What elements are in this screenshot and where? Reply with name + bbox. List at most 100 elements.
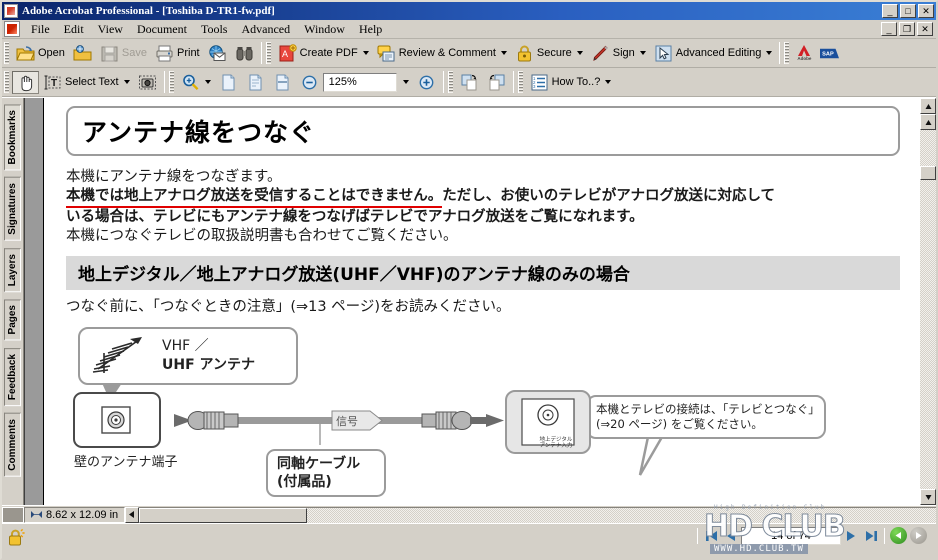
sap-logo-button[interactable]: SAP <box>816 42 843 65</box>
mdi-window-controls: _ ❐ ✕ <box>881 22 933 36</box>
document-view[interactable]: アンテナ線をつなぐ 本機にアンテナ線をつなぎます。 本機では地上アナログ放送を受… <box>24 98 936 505</box>
nav-pane-toggle[interactable] <box>2 506 24 523</box>
review-comment-button[interactable]: Review & Comment <box>373 42 511 65</box>
how-to-button[interactable]: 123 How To..? <box>526 71 616 94</box>
document-security-lock-icon[interactable] <box>7 527 25 545</box>
zoom-in-button[interactable] <box>413 71 440 94</box>
menu-bar: File Edit View Document Tools Advanced W… <box>2 20 936 39</box>
rotate-counterclockwise-button[interactable] <box>483 71 510 94</box>
pdf-body-line-1: 本機にアンテナ線をつなぎます。 <box>66 169 282 185</box>
adobe-logo-button[interactable]: Adobe <box>792 42 816 65</box>
toolbar-grip[interactable] <box>168 71 174 93</box>
sidebar-tab-comments[interactable]: Comments <box>4 413 21 477</box>
search-button[interactable] <box>231 42 258 65</box>
first-page-icon <box>705 530 717 541</box>
actual-size-button[interactable] <box>215 71 242 94</box>
rotate-clockwise-button[interactable] <box>456 71 483 94</box>
page-size-value: 8.62 x 12.09 in <box>46 508 119 521</box>
chevron-down-icon[interactable] <box>123 80 130 84</box>
zoom-out-button[interactable] <box>296 71 323 94</box>
sidebar-tab-layers[interactable]: Layers <box>4 248 21 293</box>
zoom-tool-button[interactable] <box>177 71 215 94</box>
go-forward-button[interactable] <box>908 526 928 546</box>
menu-edit[interactable]: Edit <box>57 20 91 39</box>
pdf-body-line-2-rest: ただし、お使いのテレビがアナログ放送に対応して <box>442 188 776 204</box>
menu-tools[interactable]: Tools <box>194 20 235 39</box>
connection-diagram: VHF ／ UHF アンテナ 本機とテレビの接続は、「テレビとつなぐ」 (⇒20… <box>66 323 900 503</box>
mdi-restore-button[interactable]: ❐ <box>899 22 915 36</box>
sidebar-tab-feedback[interactable]: Feedback <box>4 347 21 407</box>
toolbar-separator <box>163 71 165 93</box>
menu-document[interactable]: Document <box>130 20 194 39</box>
pdf-body-line-3: いる場合は、テレビにもアンテナ線をつなげばテレビでアナログ放送をご覧になれます。 <box>66 209 644 225</box>
fit-width-button[interactable] <box>269 71 296 94</box>
menu-advanced[interactable]: Advanced <box>234 20 297 39</box>
file-toolbar: Open Save Print A Create PDF Review & Co… <box>2 39 936 68</box>
chevron-down-icon[interactable] <box>204 80 211 84</box>
mdi-close-button[interactable]: ✕ <box>917 22 933 36</box>
open-button[interactable]: Open <box>12 42 69 65</box>
scroll-up-button-a[interactable] <box>920 98 936 114</box>
scrollbar-track[interactable] <box>920 130 936 489</box>
how-to-list-icon: 123 <box>530 73 549 92</box>
chevron-down-icon[interactable] <box>500 51 507 55</box>
save-button[interactable]: Save <box>96 42 151 65</box>
next-page-button[interactable] <box>841 526 861 546</box>
toolbar-grip[interactable] <box>4 71 9 93</box>
page-number-field[interactable]: 14 of 74 <box>741 526 841 545</box>
organizer-button[interactable] <box>69 42 96 65</box>
chevron-down-icon[interactable] <box>576 51 583 55</box>
menu-help[interactable]: Help <box>352 20 389 39</box>
print-button[interactable]: Print <box>151 42 204 65</box>
maximize-button[interactable]: □ <box>900 4 916 18</box>
toolbar-grip[interactable] <box>784 42 790 64</box>
sidebar-tab-signatures[interactable]: Signatures <box>4 177 21 242</box>
first-page-button[interactable] <box>701 526 721 546</box>
mdi-minimize-button[interactable]: _ <box>881 22 897 36</box>
menu-window[interactable]: Window <box>297 20 352 39</box>
sidebar-tab-pages[interactable]: Pages <box>4 299 21 341</box>
secure-button[interactable]: Secure <box>511 42 587 65</box>
scroll-down-button[interactable] <box>920 489 936 505</box>
menu-file[interactable]: File <box>24 20 57 39</box>
select-text-button[interactable]: T Select Text <box>39 71 134 94</box>
toolbar-grip[interactable] <box>265 42 271 64</box>
toolbar-grip[interactable] <box>447 71 453 93</box>
snapshot-button[interactable] <box>134 71 161 94</box>
mdi-minimize-icon: _ <box>886 24 892 34</box>
go-back-button[interactable] <box>888 526 908 546</box>
hand-tool-button[interactable] <box>12 70 39 94</box>
email-button[interactable] <box>204 42 231 65</box>
hscroll-thumb[interactable] <box>139 507 308 523</box>
chevron-down-icon[interactable] <box>605 80 612 84</box>
hscroll-left-button[interactable] <box>125 506 140 523</box>
advanced-editing-label: Advanced Editing <box>675 47 762 59</box>
pdf-heading: アンテナ線をつなぐ <box>66 106 900 156</box>
minimize-icon: _ <box>887 6 893 16</box>
create-pdf-button[interactable]: A Create PDF <box>274 42 373 65</box>
chevron-down-icon[interactable] <box>639 51 646 55</box>
previous-page-icon <box>727 530 735 541</box>
window-controls: _ □ ✕ <box>882 4 934 18</box>
minimize-button[interactable]: _ <box>882 4 898 18</box>
save-disk-icon <box>100 44 119 63</box>
menu-view[interactable]: View <box>91 20 130 39</box>
previous-page-button[interactable] <box>721 526 741 546</box>
chevron-down-icon[interactable] <box>362 51 369 55</box>
document-vertical-scrollbar[interactable] <box>920 98 936 505</box>
chevron-down-icon[interactable] <box>766 51 773 55</box>
sign-button[interactable]: Sign <box>587 42 650 65</box>
document-horizontal-scrollbar[interactable] <box>139 506 936 523</box>
toolbar-grip[interactable] <box>517 71 523 93</box>
zoom-level-combobox[interactable]: 125% <box>322 72 397 92</box>
scroll-up-button[interactable] <box>920 114 936 130</box>
last-page-button[interactable] <box>861 526 881 546</box>
chevron-down-icon[interactable] <box>402 80 409 84</box>
close-button[interactable]: ✕ <box>918 4 934 18</box>
zoom-level-dropdown[interactable] <box>397 71 413 94</box>
fit-page-button[interactable] <box>242 71 269 94</box>
scrollbar-thumb[interactable] <box>920 166 936 180</box>
toolbar-grip[interactable] <box>4 42 9 64</box>
sidebar-tab-bookmarks[interactable]: Bookmarks <box>4 104 21 171</box>
advanced-editing-button[interactable]: Advanced Editing <box>650 42 777 65</box>
